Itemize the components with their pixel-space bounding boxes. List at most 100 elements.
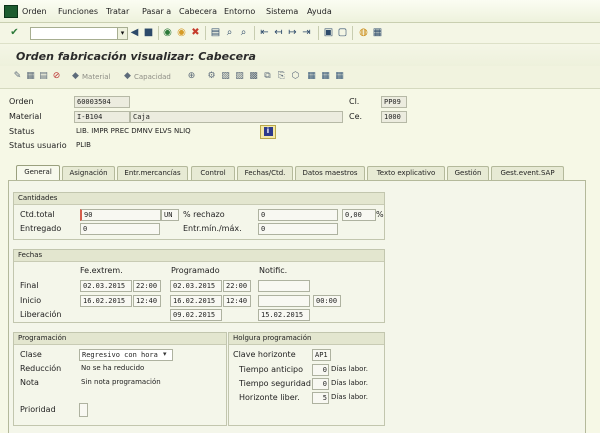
tiempo-anticipo-field[interactable]: 0 [312,364,329,376]
tab-texto-explicativo[interactable]: Texto explicativo [367,166,445,180]
final-extrem-date-field[interactable]: 02.03.2015 [80,280,132,292]
tab-control[interactable]: Control [191,166,235,180]
back-icon[interactable]: ◉ [161,26,174,39]
tab-datos-maestros[interactable]: Datos maestros [295,166,365,180]
grid-icon[interactable]: ▦ [306,71,317,82]
clase-select[interactable]: Regresivo con hora [79,349,173,361]
command-dropdown-icon[interactable]: ▾ [117,27,128,40]
cantidades-group-title: Cantidades [14,193,384,205]
components-icon[interactable]: ▦ [25,71,36,82]
menu-funciones[interactable]: Funciones [58,7,98,16]
copy-icon[interactable]: ⧉ [262,71,273,82]
programacion-group-title: Programación [14,333,226,345]
menu-orden[interactable]: Orden [22,7,47,16]
objects-icon[interactable]: ▨ [234,71,245,82]
find-icon[interactable]: ⌕ [223,26,236,39]
status-value: LIB. IMPR PREC DMNV ELVS NLIQ [76,127,191,135]
menu-bar: Orden Funciones Tratar Pasar a Cabecera … [0,0,600,23]
inicio-prog-time-field[interactable]: 12:40 [223,295,251,307]
first-page-icon[interactable]: ⇤ [258,26,271,39]
tiempo-seguridad-label: Tiempo seguridad [239,379,311,388]
tab-gestion[interactable]: Gestión [447,166,489,180]
liberacion-notific-date-field[interactable]: 15.02.2015 [258,309,310,321]
object-services-icon[interactable]: ⬡ [290,71,301,82]
exit-icon[interactable]: ◉ [175,26,188,39]
rechazo-percent-field[interactable]: 0,00 [342,209,376,221]
orden-field[interactable]: 60003504 [74,96,130,108]
new-session-icon[interactable]: ▣ [322,26,335,39]
page-title: Orden fabricación visualizar: Cabecera [16,50,256,63]
menu-sistema[interactable]: Sistema [266,7,298,16]
sap-app-icon[interactable] [4,5,18,18]
ctd-total-label: Ctd.total [20,210,55,219]
inicio-notific-date-field[interactable] [258,295,310,307]
operations-icon[interactable]: ▤ [38,71,49,82]
layout-icon[interactable]: ▦ [371,26,384,39]
liberacion-prog-date-field[interactable]: 09.02.2015 [170,309,222,321]
stop-icon[interactable]: ⊘ [51,71,62,82]
menu-pasar-a[interactable]: Pasar a [142,7,171,16]
tab-fechas-ctd[interactable]: Fechas/Ctd. [237,166,293,180]
inicio-extrem-time-field[interactable]: 12:40 [133,295,161,307]
cl-field[interactable]: PP09 [381,96,407,108]
table-icon[interactable]: ▦ [334,71,345,82]
tiempo-anticipo-label: Tiempo anticipo [239,365,304,374]
final-extrem-time-field[interactable]: 22:00 [133,280,161,292]
inicio-prog-date-field[interactable]: 16.02.2015 [170,295,222,307]
info-system-icon[interactable]: ⊕ [186,71,197,82]
last-page-icon[interactable]: ⇥ [300,26,313,39]
command-field[interactable] [30,27,118,40]
ctd-total-field[interactable]: 90 [80,209,161,221]
back-history-icon[interactable]: ◀ [128,26,141,39]
material-icon[interactable]: ◆ [70,71,81,82]
tab-gest-event-sap[interactable]: Gest.event.SAP [491,166,564,180]
next-page-icon[interactable]: ↦ [286,26,299,39]
material-description-field[interactable]: Caja [130,111,343,123]
menu-ayuda[interactable]: Ayuda [307,7,332,16]
material-button[interactable]: Material [82,73,110,81]
menu-cabecera[interactable]: Cabecera [179,7,217,16]
menu-entorno[interactable]: Entorno [224,7,255,16]
status-usuario-label: Status usuario [9,141,67,150]
chevron-down-icon[interactable]: ▾ [163,350,167,358]
find-next-icon[interactable]: ⌕ [237,26,250,39]
ce-field[interactable]: 1000 [381,111,407,123]
documents-icon[interactable]: ▧ [220,71,231,82]
final-prog-time-field[interactable]: 22:00 [223,280,251,292]
shortcut-icon[interactable]: ▢ [336,26,349,39]
cancel-icon[interactable]: ✖ [189,26,202,39]
inicio-notific-time-field[interactable]: 00:00 [313,295,341,307]
tab-general[interactable]: General [16,165,60,181]
capacidad-button[interactable]: Capacidad [134,73,171,81]
clave-horizonte-field[interactable]: AP1 [312,349,331,361]
entr-min-max-field[interactable]: 0 [258,223,338,235]
menu-tratar[interactable]: Tratar [106,7,129,16]
tab-asignacion[interactable]: Asignación [62,166,115,180]
tab-entr-mercancias[interactable]: Entr.mercancías [117,166,188,180]
final-notific-date-field[interactable] [258,280,310,292]
sequence-icon[interactable]: ▩ [248,71,259,82]
material-field[interactable]: I-B104 [74,111,130,123]
display-icon[interactable]: ✎ [12,71,23,82]
final-prog-date-field[interactable]: 02.03.2015 [170,280,222,292]
settings-icon[interactable]: ⚙ [206,71,217,82]
horizonte-liber-unit: Días labor. [331,393,368,401]
horizonte-liber-field[interactable]: 5 [312,392,329,404]
attachments-icon[interactable]: ⎘ [276,71,287,82]
save-icon[interactable]: ■ [142,26,155,39]
matrix-icon[interactable]: ▦ [320,71,331,82]
inicio-label: Inicio [20,296,42,305]
prev-page-icon[interactable]: ↤ [272,26,285,39]
entregado-field[interactable]: 0 [80,223,160,235]
prioridad-field[interactable] [79,403,88,417]
help-icon[interactable]: ◍ [357,26,370,39]
inicio-extrem-date-field[interactable]: 16.02.2015 [80,295,132,307]
rechazo-field[interactable]: 0 [258,209,338,221]
ctd-total-unit-field[interactable]: UN [161,209,179,221]
print-icon[interactable]: ▤ [209,26,222,39]
status-info-button[interactable]: i [260,125,276,139]
enter-icon[interactable]: ✔ [8,26,21,39]
standard-toolbar: ✔ ▾ ◀ ■ ◉ ◉ ✖ ▤ ⌕ ⌕ ⇤ ↤ ↦ ⇥ ▣ ▢ ◍ ▦ [0,23,600,44]
capacity-icon[interactable]: ◆ [122,71,133,82]
tiempo-seguridad-field[interactable]: 0 [312,378,329,390]
